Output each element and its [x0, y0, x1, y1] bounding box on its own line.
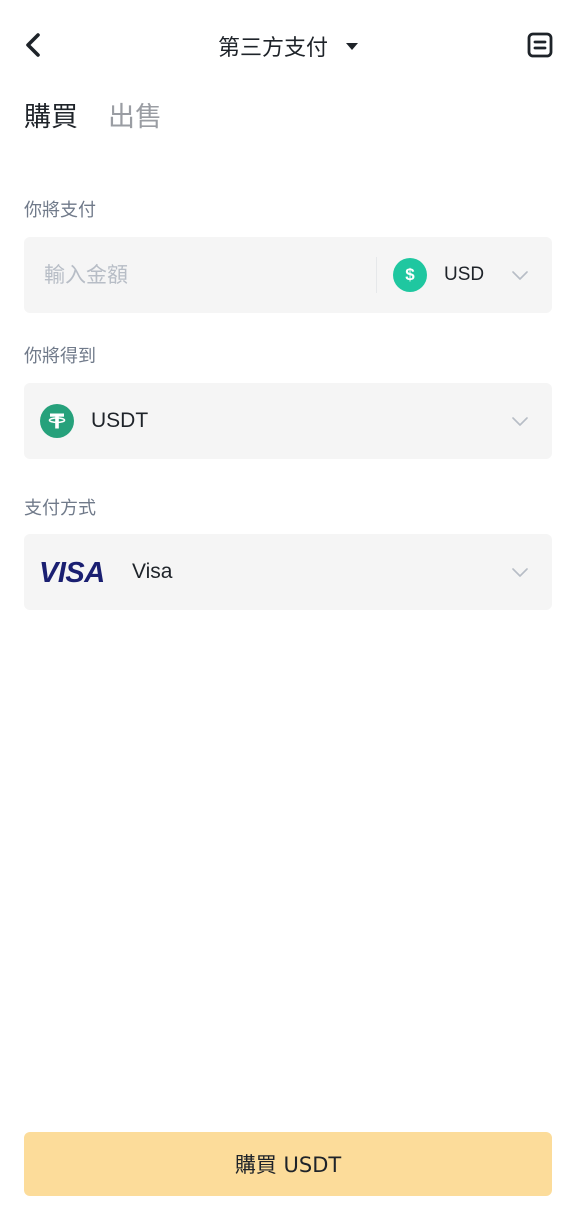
currency-code[interactable]: USD	[444, 237, 484, 313]
pay-label: 你將支付	[24, 200, 96, 221]
tab-sell[interactable]: 出售	[108, 100, 162, 136]
caret-down-icon	[346, 42, 358, 50]
top-bar: 第三方支付	[0, 0, 576, 92]
tab-buy[interactable]: 購買	[24, 100, 78, 136]
provider-selector[interactable]: 第三方支付	[0, 30, 576, 62]
order-history-icon[interactable]	[526, 31, 554, 59]
buy-button-label: 購買 USDT	[234, 1153, 342, 1177]
receive-asset-selector[interactable]: USDT	[24, 383, 552, 459]
usd-coin-icon: $	[405, 265, 415, 284]
visa-logo: VISA	[39, 558, 105, 586]
chevron-down-icon[interactable]	[512, 267, 528, 283]
receive-label: 你將得到	[24, 346, 96, 367]
asset-code: USDT	[91, 409, 149, 432]
amount-input[interactable]	[44, 237, 374, 313]
svg-text:VISA: VISA	[39, 558, 105, 586]
chevron-down-icon	[512, 417, 528, 426]
buy-usdt-button[interactable]: 購買 USDT	[24, 1132, 552, 1196]
chevron-down-icon	[512, 568, 528, 577]
page-title: 第三方支付	[217, 36, 328, 61]
payment-method-label: 支付方式	[24, 498, 96, 519]
payment-method-selector[interactable]: VISA Visa	[24, 534, 552, 610]
tether-icon	[40, 404, 74, 438]
divider	[376, 257, 377, 293]
payment-method-name: Visa	[132, 560, 173, 583]
trade-tabs: 購買 出售	[24, 100, 162, 136]
currency-selector[interactable]: $	[393, 258, 427, 292]
pay-field: $ USD	[24, 237, 552, 313]
